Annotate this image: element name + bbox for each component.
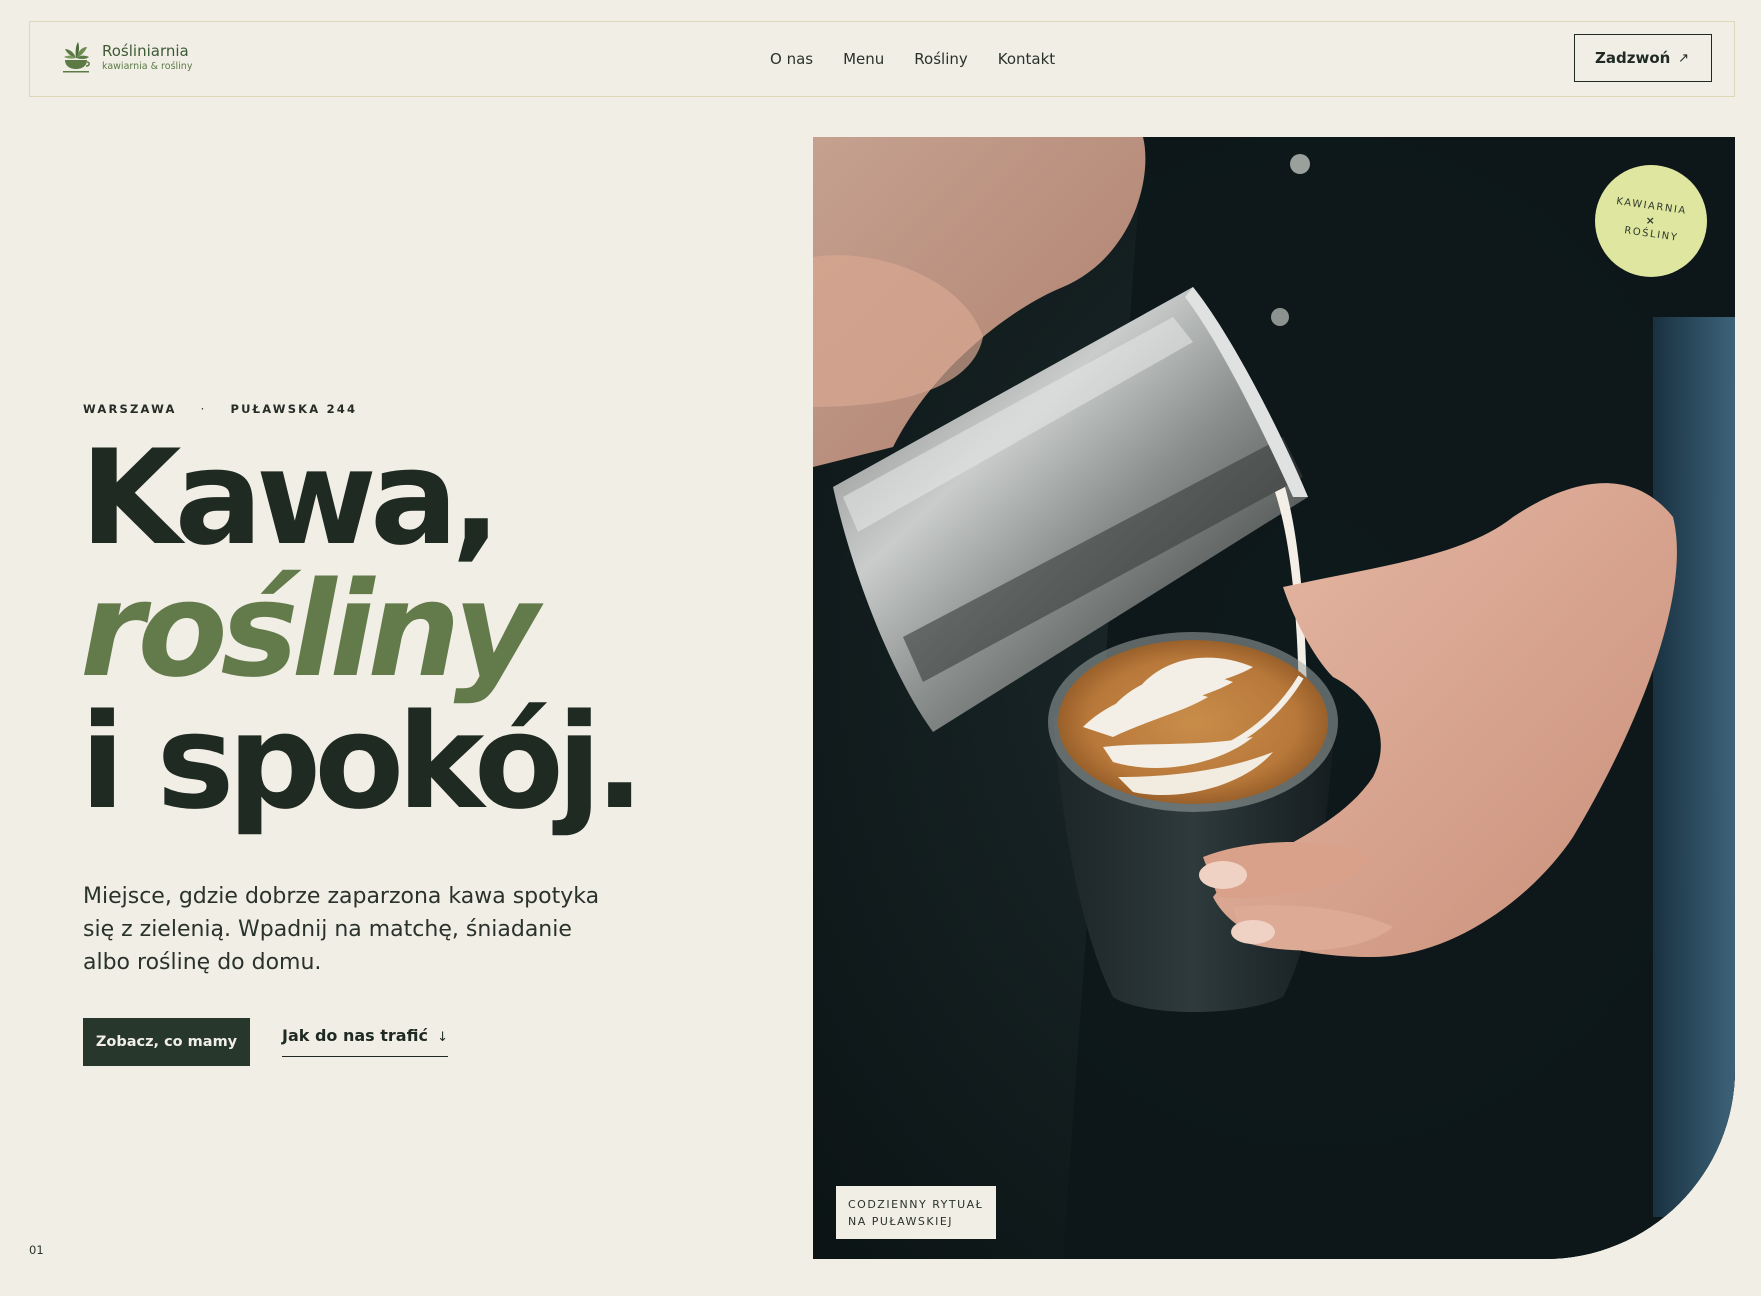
directions-link-label: Jak do nas trafić [282, 1026, 428, 1045]
headline-line-1: Kawa, [80, 421, 501, 574]
city-label: WARSZAWA [83, 402, 177, 416]
main-nav: O nas Menu Rośliny Kontakt [770, 22, 1055, 96]
hero-coffee-image: KAWIARNIA × ROŚLINY CODZIENNY RYTUAŁ NA … [813, 137, 1735, 1259]
nav-item-kontakt[interactable]: Kontakt [998, 50, 1055, 68]
caption-line-1: CODZIENNY RYTUAŁ [848, 1198, 984, 1211]
page: Rośliniarnia kawiarnia & rośliny O nas M… [0, 0, 1761, 1296]
directions-link[interactable]: Jak do nas trafić ↓ [282, 1026, 448, 1057]
location-eyebrow: WARSZAWA · PUŁAWSKA 244 [83, 402, 357, 416]
stamp-line-2: ROŚLINY [1623, 225, 1679, 245]
nav-item-menu[interactable]: Menu [843, 50, 884, 68]
call-button[interactable]: Zadzwoń ↗ [1574, 34, 1712, 82]
nav-item-rosliny[interactable]: Rośliny [914, 50, 967, 68]
separator-dot: · [200, 402, 207, 416]
address-label: PUŁAWSKA 244 [230, 402, 358, 416]
latte-art-illustration [813, 137, 1735, 1259]
headline-line-2: rośliny [80, 553, 539, 706]
call-button-label: Zadzwoń [1595, 49, 1671, 67]
hero-lead: Miejsce, gdzie dobrze zaparzona kawa spo… [83, 884, 600, 975]
hero-headline: Kawa, rośliny i spokój. [80, 421, 645, 838]
plant-cup-logo-icon [63, 42, 90, 73]
see-offer-button[interactable]: Zobacz, co mamy [83, 1018, 250, 1066]
brand-logo-link[interactable]: Rośliniarnia kawiarnia & rośliny [60, 40, 192, 76]
page-number: 01 [29, 1243, 44, 1257]
stamp-mark: × [1645, 213, 1657, 227]
cafe-plants-stamp: KAWIARNIA × ROŚLINY [1595, 165, 1707, 277]
arrow-up-right-icon: ↗ [1678, 50, 1689, 66]
nav-item-o-nas[interactable]: O nas [770, 50, 813, 68]
site-header: Rośliniarnia kawiarnia & rośliny O nas M… [29, 21, 1735, 97]
image-caption: CODZIENNY RYTUAŁ NA PUŁAWSKIEJ [836, 1186, 996, 1239]
caption-line-2: NA PUŁAWSKIEJ [848, 1215, 954, 1228]
brand-tagline: kawiarnia & rośliny [102, 61, 193, 73]
brand-name: Rośliniarnia [102, 42, 189, 61]
arrow-down-icon: ↓ [437, 1030, 448, 1045]
headline-line-3: i spokój. [80, 685, 645, 838]
